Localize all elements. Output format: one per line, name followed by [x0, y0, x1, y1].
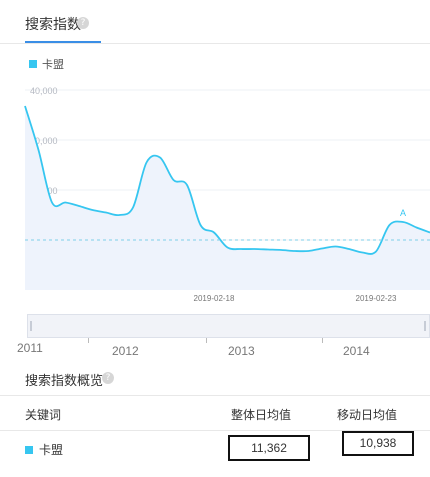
overview-table-header: 关键词 整体日均值 移动日均值	[0, 395, 430, 431]
column-overall-daily-avg: 整体日均值	[231, 408, 292, 422]
search-index-card: 搜索指数 ? 卡盟 40,00030,00020,00010,0002019-0…	[0, 0, 430, 477]
mobile-daily-avg-value: 10,938	[342, 431, 414, 456]
year-tick	[88, 338, 89, 343]
overview-title: 搜索指数概览	[25, 373, 104, 388]
trend-chart[interactable]: 40,00030,00020,00010,0002019-02-182019-0…	[0, 70, 430, 310]
zoom-handle-left[interactable]	[30, 321, 32, 331]
tab-bar: 搜索指数 ?	[0, 0, 430, 44]
year-label: 2011	[17, 341, 43, 355]
year-label: 2013	[228, 344, 255, 358]
year-label: 2014	[343, 344, 370, 358]
help-icon[interactable]: ?	[77, 17, 89, 29]
annotation-label: A	[400, 208, 406, 218]
year-tick	[206, 338, 207, 343]
tab-active-indicator	[25, 41, 101, 43]
keyword-label: 卡盟	[39, 443, 64, 457]
column-mobile-daily-avg: 移动日均值	[337, 408, 398, 422]
year-tick	[322, 338, 323, 343]
overall-daily-avg-value: 11,362	[228, 435, 310, 461]
keyword-swatch	[25, 445, 33, 454]
year-label: 2012	[112, 344, 139, 358]
series-area	[25, 106, 430, 290]
column-keyword: 关键词	[25, 408, 62, 422]
x-tick-label: 2019-02-18	[194, 294, 235, 303]
zoom-range-bar[interactable]	[27, 314, 430, 338]
zoom-handle-right[interactable]	[424, 321, 426, 331]
table-row: 卡盟 11,362 10,938	[0, 430, 430, 466]
legend-swatch	[29, 60, 37, 68]
help-icon[interactable]: ?	[102, 372, 114, 384]
x-tick-label: 2019-02-23	[356, 294, 397, 303]
y-tick-label: 40,000	[30, 86, 58, 96]
row-keyword: 卡盟	[25, 441, 63, 458]
tab-search-index[interactable]: 搜索指数	[25, 14, 81, 34]
timeline-axis: 2011 2012 2013 2014	[0, 338, 430, 360]
